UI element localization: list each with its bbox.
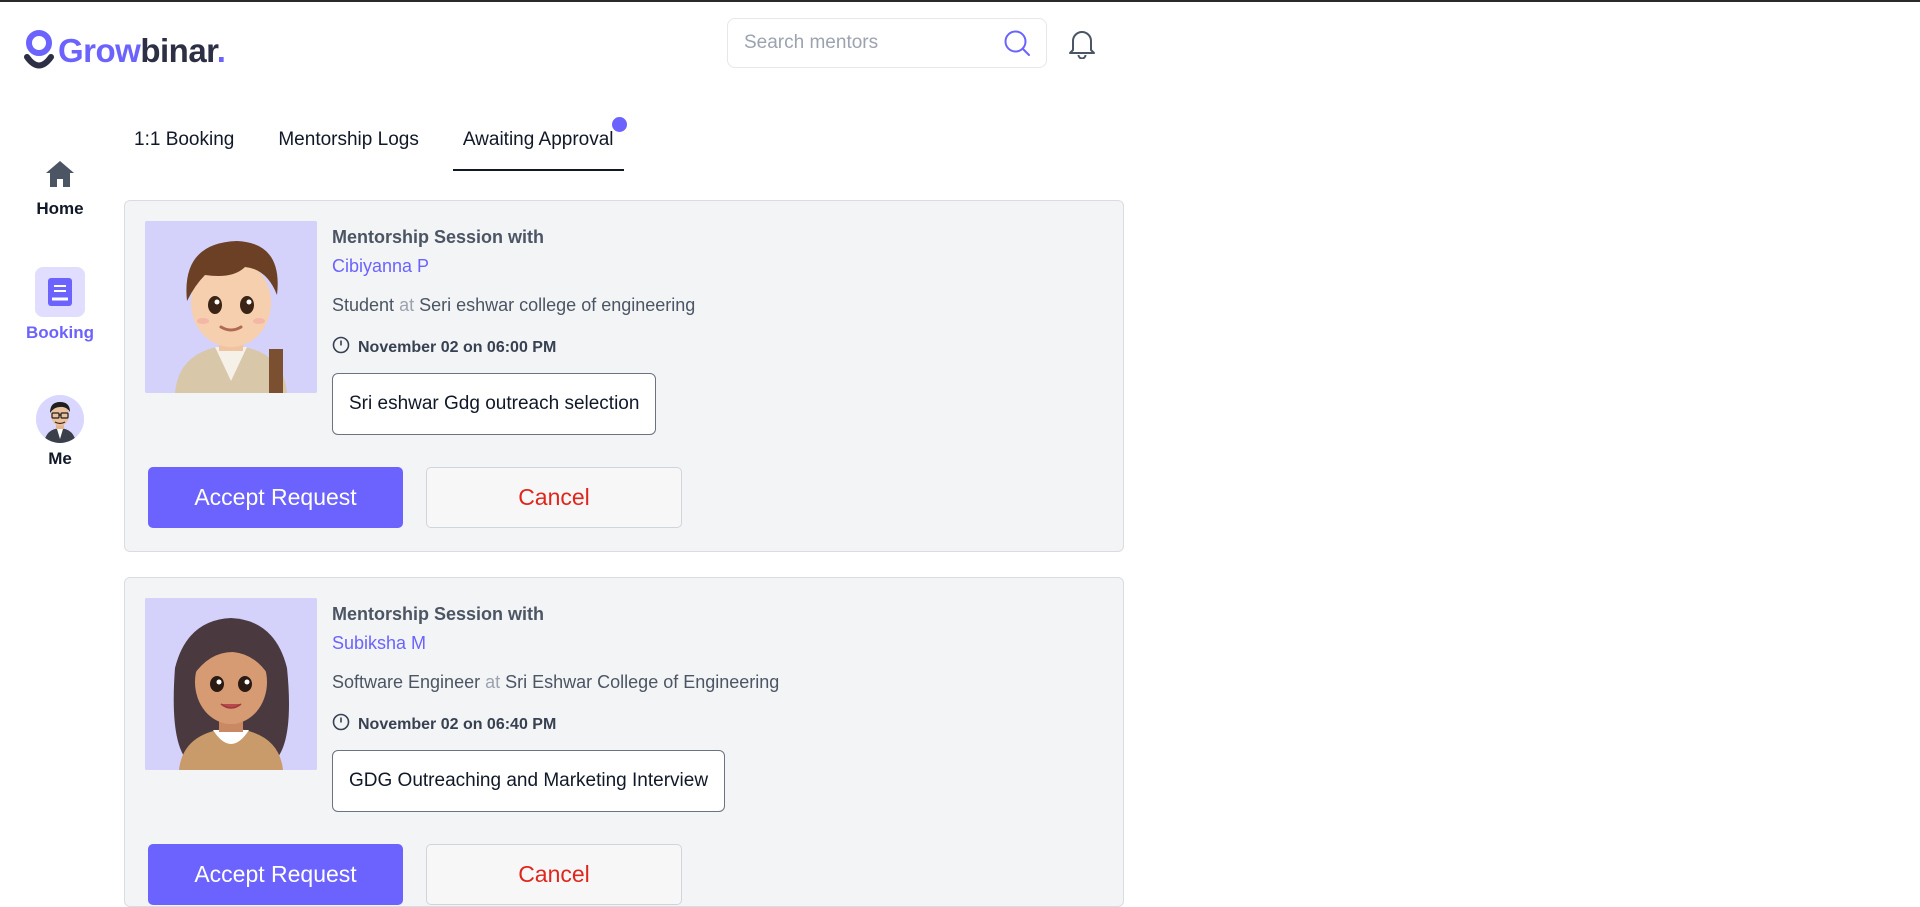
accept-request-button[interactable]: Accept Request [148, 467, 403, 528]
clock-icon [332, 336, 350, 359]
mentee-avatar [145, 221, 317, 393]
session-topic: Sri eshwar Gdg outreach selection [332, 373, 657, 435]
mentee-name[interactable]: Subiksha M [332, 633, 779, 654]
notification-dot [611, 117, 627, 132]
cancel-button[interactable]: Cancel [426, 467, 682, 528]
session-time: November 02 on 06:40 PM [332, 713, 779, 736]
session-label: Mentorship Session with [332, 604, 545, 624]
session-time: November 02 on 06:00 PM [332, 336, 695, 359]
role-line: Student at Seri eshwar college of engine… [332, 295, 695, 316]
tab-mentorship-logs[interactable]: Mentorship Logs [268, 115, 428, 171]
sidebar-item-booking[interactable]: Booking [20, 267, 100, 343]
sidebar-item-label: Me [48, 449, 72, 468]
home-icon [45, 160, 75, 193]
window-top-border [0, 0, 1920, 2]
organization: Seri eshwar college of engineering [419, 295, 696, 315]
mentee-avatar [145, 598, 317, 770]
mentee-name[interactable]: Cibiyanna P [332, 256, 695, 277]
time-text: November 02 on 06:00 PM [358, 338, 557, 356]
at-label: at [485, 672, 501, 692]
tab-label: Awaiting Approval [462, 129, 614, 150]
clock-icon [332, 713, 350, 736]
search-input[interactable] [744, 32, 1002, 54]
tab-awaiting-approval[interactable]: Awaiting Approval [452, 115, 627, 171]
session-label: Mentorship Session with [332, 227, 545, 247]
request-details: Mentorship Session with Cibiyanna P Stud… [332, 227, 695, 435]
request-details: Mentorship Session with Subiksha M Softw… [332, 604, 779, 812]
bell-icon[interactable] [1065, 26, 1099, 60]
tab-bar: 1:1 Booking Mentorship Logs Awaiting App… [124, 115, 648, 171]
sidebar-item-me[interactable]: Me [20, 395, 100, 469]
sidebar-item-label: Booking [26, 323, 94, 342]
action-row: Accept Request Cancel [148, 844, 682, 905]
organization: Sri Eshwar College of Engineering [505, 672, 780, 692]
role: Software Engineer [332, 672, 481, 692]
role: Student [332, 295, 395, 315]
growbinar-logo[interactable]: Growbinar. [24, 30, 226, 70]
logo-text: Growbinar. [58, 31, 226, 69]
logo-mark-icon [24, 30, 54, 69]
role-line: Software Engineer at Sri Eshwar College … [332, 672, 779, 693]
request-card: Mentorship Session with Subiksha M Softw… [124, 577, 1124, 907]
sidebar-item-home[interactable]: Home [20, 160, 100, 219]
action-row: Accept Request Cancel [148, 467, 682, 528]
accept-request-button[interactable]: Accept Request [148, 844, 403, 905]
session-topic: GDG Outreaching and Marketing Interview [332, 750, 726, 812]
search-box[interactable] [727, 18, 1047, 68]
sidebar-item-label: Home [36, 199, 84, 218]
book-icon [35, 267, 85, 317]
request-card: Mentorship Session with Cibiyanna P Stud… [124, 200, 1124, 552]
cancel-button[interactable]: Cancel [426, 844, 682, 905]
search-icon[interactable] [1002, 28, 1032, 58]
at-label: at [399, 295, 415, 315]
tab-1-1-booking[interactable]: 1:1 Booking [124, 115, 244, 171]
avatar [36, 395, 84, 443]
time-text: November 02 on 06:40 PM [358, 715, 557, 733]
